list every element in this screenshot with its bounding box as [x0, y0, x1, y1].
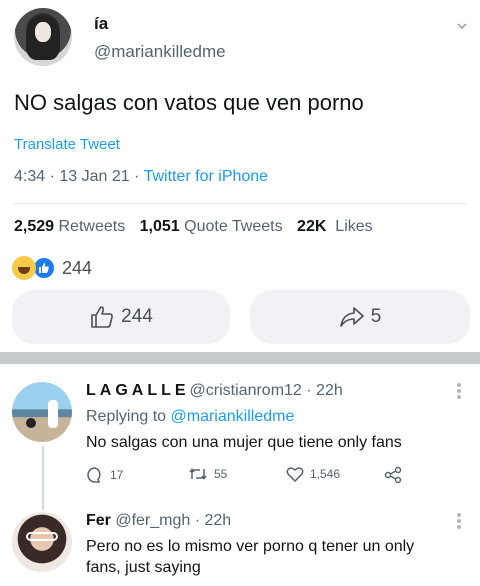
author-name[interactable]: ía — [94, 14, 108, 34]
chevron-down-icon[interactable] — [456, 20, 468, 32]
heart-icon — [286, 467, 304, 482]
retweet-action[interactable]: 55 — [188, 466, 227, 482]
reply-author[interactable]: Fer @fer_mgh · 22h — [86, 512, 231, 530]
author-handle[interactable]: @mariankilledme — [94, 42, 226, 62]
retweets-stat[interactable]: 2,529 Retweets — [14, 218, 125, 235]
tweet-meta: 4:34 · 13 Jan 21 · Twitter for iPhone — [14, 168, 268, 186]
tweet-source-link[interactable]: Twitter for iPhone — [144, 168, 269, 185]
share-button-count: 5 — [370, 306, 382, 327]
reply-avatar[interactable] — [12, 382, 72, 442]
haha-emoji-icon — [12, 256, 36, 280]
reply-handle-time: @cristianrom12 · 22h — [189, 382, 343, 399]
reply-text: No salgas con una mujer que tiene only f… — [86, 434, 402, 451]
thumbs-up-outline-icon — [91, 306, 114, 328]
author-avatar[interactable] — [14, 8, 72, 66]
likes-stat[interactable]: 22K Likes — [297, 218, 373, 235]
comment-icon — [87, 467, 101, 483]
reply-avatar[interactable] — [12, 512, 72, 572]
divider — [14, 203, 466, 204]
section-separator — [0, 352, 480, 364]
share-button[interactable]: 5 — [250, 290, 470, 344]
like-action[interactable]: 1,546 — [286, 466, 340, 482]
retweet-icon — [189, 468, 207, 480]
more-options-icon[interactable] — [456, 382, 462, 400]
like-button-count: 244 — [121, 306, 153, 327]
tweet-text: NO salgas con vatos que ven porno — [14, 90, 364, 115]
reactions-count: 244 — [62, 257, 93, 278]
reply-author[interactable]: LAGALLE@cristianrom12 · 22h — [86, 382, 343, 400]
reply-handle-time: @fer_mgh · 22h — [115, 512, 232, 529]
share-arrow-icon — [339, 307, 364, 327]
tweet-timestamp[interactable]: 4:34 · 13 Jan 21 · — [14, 168, 144, 185]
share-nodes-icon — [384, 466, 402, 484]
thread-line — [42, 446, 44, 510]
main-tweet: ía @mariankilledme NO salgas con vatos q… — [0, 0, 480, 348]
share-action[interactable] — [384, 466, 408, 484]
reply-action[interactable]: 17 — [86, 466, 123, 484]
like-button[interactable]: 244 — [12, 290, 230, 344]
quote-tweets-stat[interactable]: 1,051 Quote Tweets — [140, 218, 283, 235]
reactions-summary[interactable]: 244 — [12, 256, 92, 280]
more-options-icon[interactable] — [456, 512, 462, 530]
reply-actions: 17 55 1,546 — [86, 466, 416, 488]
tweet-stats: 2,529 Retweets 1,051 Quote Tweets 22K Li… — [14, 218, 383, 236]
replying-to: Replying to @mariankilledme — [86, 408, 295, 425]
reply-text: Pero no es lo mismo ver porno q tener un… — [86, 538, 415, 576]
translate-link[interactable]: Translate Tweet — [14, 136, 120, 153]
replying-to-link[interactable]: @mariankilledme — [171, 408, 295, 425]
